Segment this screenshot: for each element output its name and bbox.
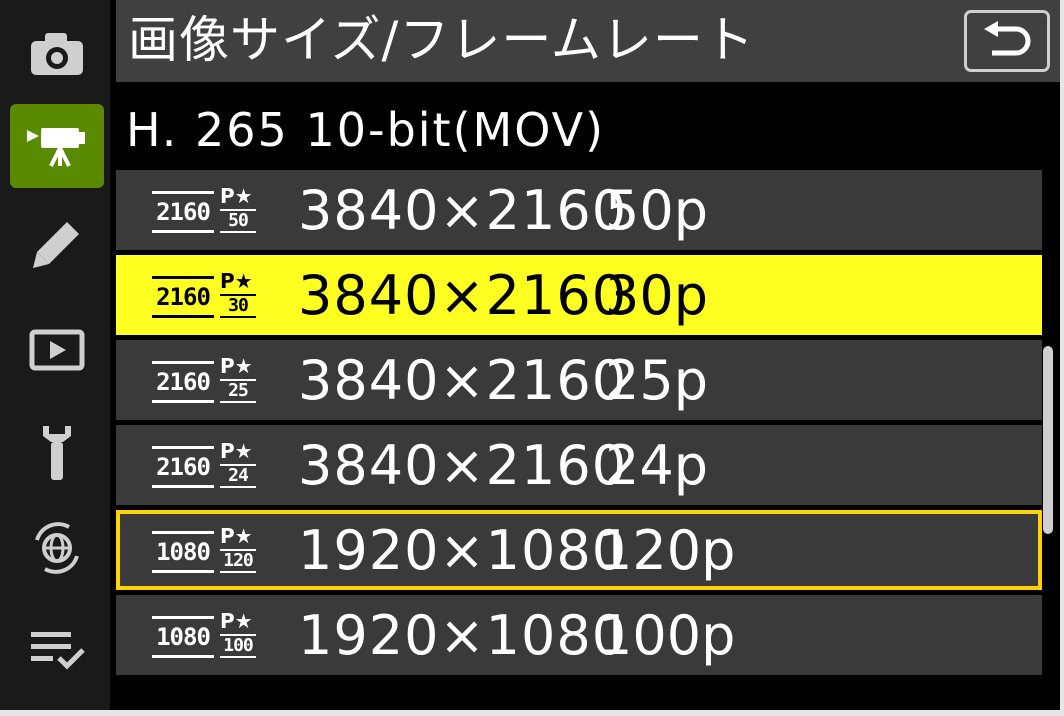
badge-frame-rate: 50 bbox=[220, 209, 256, 233]
list-item[interactable]: 2160 P★ 24 3840×2160 24p bbox=[116, 425, 1042, 505]
frame-size-badge-icon: 2160 P★ 30 bbox=[152, 269, 262, 322]
badge-frame-rate: 100 bbox=[220, 634, 256, 658]
my-menu-icon bbox=[31, 632, 85, 670]
resolution-label: 1920×1080 bbox=[298, 604, 628, 667]
badge-progressive: P★ bbox=[220, 439, 253, 463]
badge-resolution: 1080 bbox=[152, 531, 214, 573]
playback-icon bbox=[29, 329, 85, 371]
badge-frame-rate: 120 bbox=[220, 549, 256, 573]
pencil-icon bbox=[33, 222, 79, 268]
badge-resolution: 1080 bbox=[152, 616, 214, 658]
badge-progressive: P★ bbox=[220, 609, 253, 633]
frame-rate-label: 25p bbox=[605, 349, 708, 412]
sidebar-item-photo-shooting[interactable] bbox=[10, 12, 104, 96]
badge-frame-rate: 25 bbox=[220, 379, 256, 403]
list-item[interactable]: 2160 P★ 50 3840×2160 50p bbox=[116, 170, 1042, 250]
badge-frame-rate: 24 bbox=[220, 464, 256, 488]
resolution-label: 3840×2160 bbox=[298, 349, 628, 412]
resolution-label: 3840×2160 bbox=[298, 264, 628, 327]
list-item[interactable]: 2160 P★ 30 3840×2160 30p bbox=[116, 255, 1042, 335]
frame-edge-bottom bbox=[0, 710, 1064, 716]
badge-resolution: 2160 bbox=[152, 191, 214, 233]
list-item[interactable]: 1080 P★ 100 1920×1080 100p bbox=[116, 595, 1042, 675]
frame-rate-label: 100p bbox=[598, 604, 736, 667]
menu-header: 画像サイズ/フレームレート bbox=[116, 0, 1060, 82]
badge-progressive: P★ bbox=[220, 354, 253, 378]
sidebar-item-custom-settings[interactable] bbox=[10, 202, 104, 286]
sidebar-item-playback[interactable] bbox=[10, 308, 104, 392]
resolution-label: 3840×2160 bbox=[298, 434, 628, 497]
frame-size-badge-icon: 2160 P★ 25 bbox=[152, 354, 262, 407]
frame-rate-label: 30p bbox=[605, 264, 708, 327]
badge-resolution: 2160 bbox=[152, 361, 214, 403]
frame-size-badge-icon: 1080 P★ 100 bbox=[152, 609, 262, 662]
frame-size-badge-icon: 1080 P★ 120 bbox=[152, 524, 262, 577]
badge-progressive: P★ bbox=[220, 524, 253, 548]
frame-size-badge-icon: 2160 P★ 50 bbox=[152, 184, 262, 237]
badge-progressive: P★ bbox=[220, 269, 253, 293]
scrollbar[interactable] bbox=[1043, 346, 1053, 534]
wrench-icon bbox=[43, 426, 71, 480]
badge-frame-rate: 30 bbox=[220, 294, 256, 318]
camera-menu-screen: 画像サイズ/フレームレート H. 265 10-bit(MOV) 2160 P★ 5… bbox=[0, 0, 1060, 710]
badge-progressive: P★ bbox=[220, 184, 253, 208]
movie-camera-icon bbox=[27, 128, 85, 167]
sidebar-item-movie-shooting[interactable] bbox=[10, 104, 104, 188]
page-title: 画像サイズ/フレームレート bbox=[128, 11, 755, 69]
frame-rate-label: 24p bbox=[605, 434, 708, 497]
camera-icon bbox=[31, 33, 83, 75]
badge-resolution: 2160 bbox=[152, 276, 214, 318]
back-button[interactable] bbox=[964, 10, 1050, 72]
network-icon bbox=[35, 522, 79, 574]
resolution-label: 3840×2160 bbox=[298, 179, 628, 242]
frame-size-list: 2160 P★ 50 3840×2160 50p 2160 P★ 30 3840×2160 30p… bbox=[116, 170, 1042, 710]
frame-size-badge-icon: 2160 P★ 24 bbox=[152, 439, 262, 492]
sidebar-item-network[interactable] bbox=[10, 506, 104, 590]
sidebar-item-my-menu[interactable] bbox=[10, 608, 104, 692]
frame-edge-right bbox=[1060, 0, 1064, 716]
resolution-label: 1920×1080 bbox=[298, 519, 628, 582]
frame-rate-label: 50p bbox=[605, 179, 708, 242]
sidebar bbox=[0, 0, 110, 710]
sidebar-item-setup[interactable] bbox=[10, 410, 104, 494]
badge-resolution: 2160 bbox=[152, 446, 214, 488]
list-item[interactable]: 2160 P★ 25 3840×2160 25p bbox=[116, 340, 1042, 420]
list-item[interactable]: 1080 P★ 120 1920×1080 120p bbox=[116, 510, 1042, 590]
frame-rate-label: 120p bbox=[598, 519, 736, 582]
return-arrow-icon bbox=[984, 21, 1031, 56]
codec-subtitle: H. 265 10-bit(MOV) bbox=[126, 103, 606, 157]
